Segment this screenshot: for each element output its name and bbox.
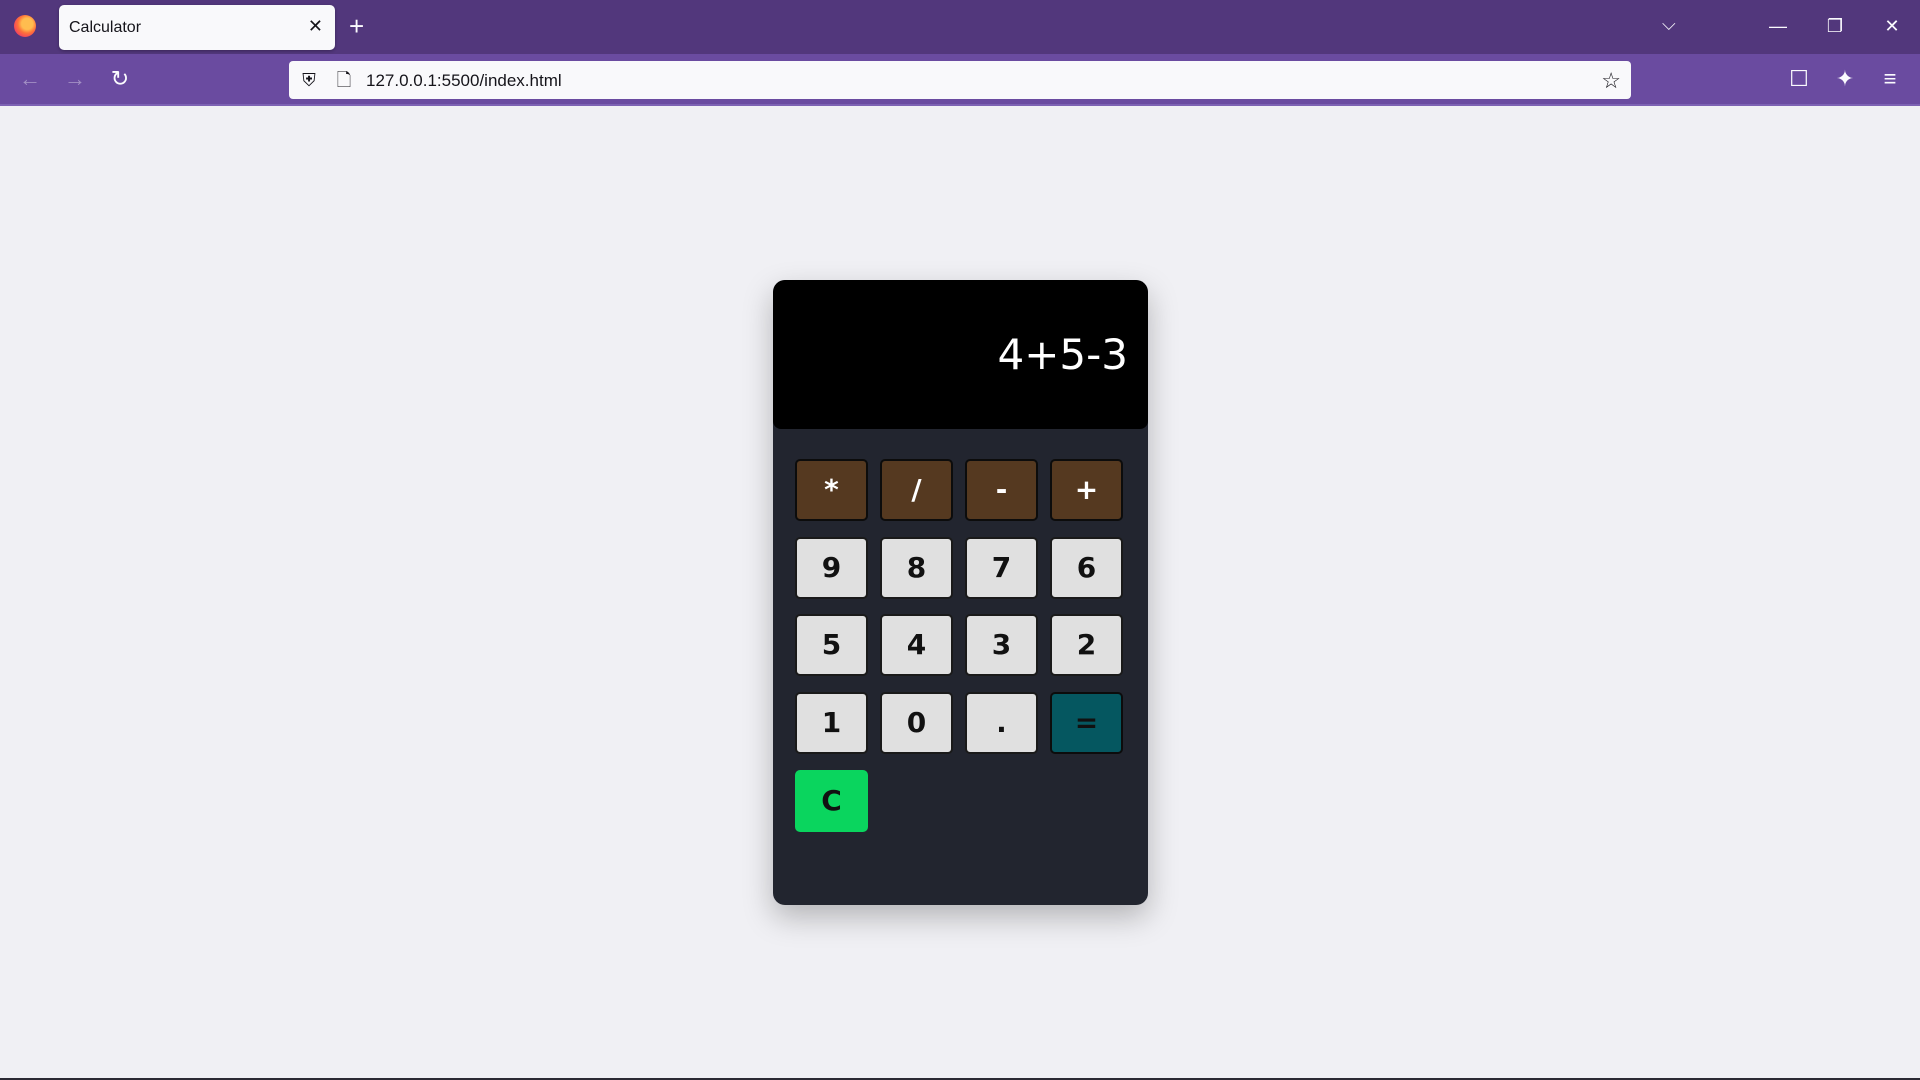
reload-icon[interactable]: ↻ — [107, 66, 133, 92]
extensions-icon[interactable]: ✦ — [1832, 66, 1858, 92]
digit-8-button[interactable]: 8 — [880, 537, 953, 599]
menu-icon[interactable]: ≡ — [1877, 66, 1903, 92]
multiply-button[interactable]: * — [795, 459, 868, 521]
digit-1-button[interactable]: 1 — [795, 692, 868, 754]
close-window-icon[interactable]: ✕ — [1872, 12, 1912, 40]
divide-button[interactable]: / — [880, 459, 953, 521]
bookmark-star-icon[interactable]: ☆ — [1601, 68, 1621, 94]
pocket-icon[interactable]: ☐ — [1786, 66, 1812, 92]
minimize-icon[interactable]: — — [1758, 12, 1798, 40]
shield-icon[interactable]: ⛨ — [298, 69, 320, 91]
digit-3-button[interactable]: 3 — [965, 614, 1038, 676]
digit-9-button[interactable]: 9 — [795, 537, 868, 599]
back-arrow-icon[interactable]: ← — [17, 66, 43, 92]
add-button[interactable]: + — [1050, 459, 1123, 521]
digit-0-button[interactable]: 0 — [880, 692, 953, 754]
display-value: 4+5-3 — [997, 330, 1128, 379]
tab-title: Calculator — [69, 19, 142, 36]
firefox-logo-icon[interactable] — [14, 15, 36, 37]
close-tab-icon[interactable]: ✕ — [308, 16, 323, 36]
calculator-display: 4+5-3 — [773, 280, 1148, 429]
new-tab-button[interactable]: + — [349, 13, 364, 39]
page-info-icon[interactable]: 🗋 — [333, 69, 355, 91]
decimal-button[interactable]: . — [965, 692, 1038, 754]
restore-icon[interactable]: ❐ — [1815, 12, 1855, 40]
digit-4-button[interactable]: 4 — [880, 614, 953, 676]
url-bar[interactable]: ⛨ 🗋 127.0.0.1:5500/index.html ☆ — [289, 61, 1631, 99]
clear-button[interactable]: C — [795, 770, 868, 832]
digit-6-button[interactable]: 6 — [1050, 537, 1123, 599]
forward-arrow-icon[interactable]: → — [62, 66, 88, 92]
subtract-button[interactable]: - — [965, 459, 1038, 521]
digit-7-button[interactable]: 7 — [965, 537, 1038, 599]
chevron-down-icon[interactable]: ⌵ — [1662, 14, 1676, 35]
toolbar-divider — [0, 104, 1920, 106]
equals-button[interactable]: = — [1050, 692, 1123, 754]
calculator: 4+5-3 * / - + 9 8 7 6 5 4 3 2 1 0 . = C — [773, 280, 1148, 905]
digit-2-button[interactable]: 2 — [1050, 614, 1123, 676]
tab-calculator[interactable]: Calculator ✕ — [59, 5, 335, 50]
url-text[interactable]: 127.0.0.1:5500/index.html — [366, 71, 562, 91]
digit-5-button[interactable]: 5 — [795, 614, 868, 676]
browser-titlebar: Calculator ✕ + ⌵ — ❐ ✕ — [0, 0, 1920, 54]
